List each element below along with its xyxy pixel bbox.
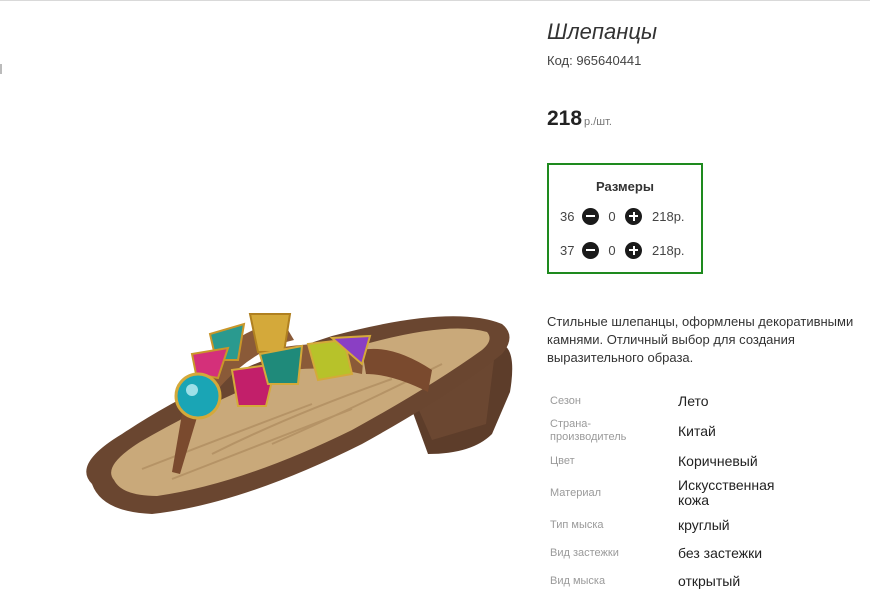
sizes-panel: Размеры 36 0 218р. 37 0 218р. [547, 163, 703, 274]
decrease-quantity-button[interactable] [582, 207, 599, 225]
size-row: 37 0 218р. [560, 241, 685, 259]
attr-value-material: Искусственная кожа [678, 477, 775, 508]
attr-value-season: Лето [678, 393, 709, 409]
quantity-value: 0 [608, 208, 616, 224]
size-number: 36 [560, 208, 575, 224]
increase-quantity-button[interactable] [625, 207, 642, 225]
sandal-image [86, 313, 513, 514]
attr-value-country: Китай [678, 423, 716, 439]
attr-label-toe: Вид мыска [550, 575, 606, 587]
product-code: Код: 965640441 [547, 53, 642, 68]
product-price: 218 р./шт. [547, 107, 612, 131]
attr-value-fastener: без застежки [678, 545, 763, 561]
decrease-quantity-button[interactable] [582, 241, 599, 259]
price-value: 218 [547, 107, 583, 130]
product-photo[interactable] [32, 14, 522, 599]
product-info: Шлепанцы Код: 965640441 218 р./шт. Размер… [547, 0, 870, 602]
attr-value-toe-type: круглый [678, 517, 730, 533]
attr-value-color: Коричневый [678, 453, 758, 469]
minus-icon [586, 215, 595, 217]
increase-quantity-button[interactable] [625, 241, 642, 259]
attr-label-country: Страна- производитель [550, 418, 627, 443]
attr-label-toe-type: Тип мыска [550, 519, 604, 531]
attr-label-color: Цвет [550, 455, 575, 467]
attr-label-fastener: Вид застежки [550, 547, 619, 559]
price-unit: р./шт. [584, 116, 612, 128]
size-price: 218р. [652, 208, 685, 224]
size-number: 37 [560, 242, 575, 258]
size-price: 218р. [652, 242, 685, 258]
attr-label-season: Сезон [550, 395, 581, 407]
attr-label-material: Материал [550, 487, 601, 499]
size-row: 36 0 218р. [560, 207, 685, 225]
edge-mark [0, 64, 2, 74]
minus-icon [586, 249, 595, 251]
product-description: Стильные шлепанцы, оформлены декоративны… [547, 314, 854, 365]
product-title: Шлепанцы [547, 19, 658, 44]
sizes-title: Размеры [596, 179, 654, 194]
quantity-value: 0 [608, 242, 616, 258]
attr-value-toe: открытый [678, 573, 741, 589]
